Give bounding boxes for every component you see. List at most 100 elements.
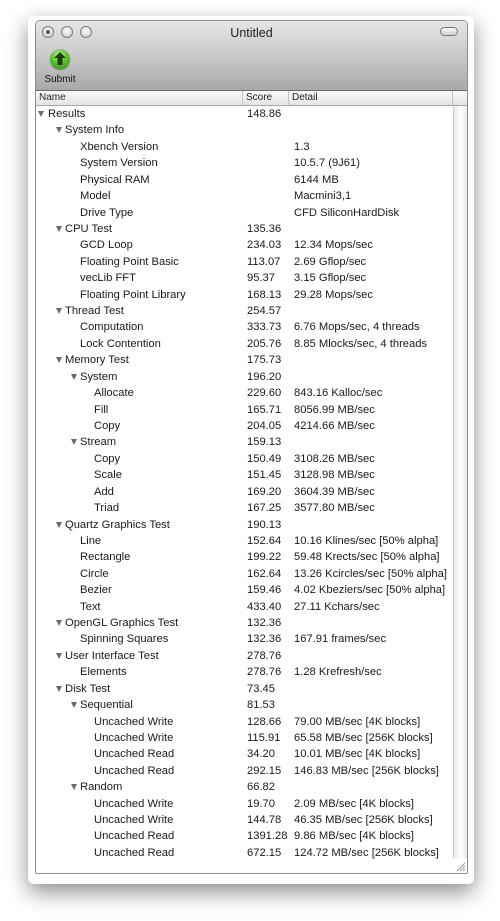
outline-row[interactable]: Physical RAM 6144 MB [36, 172, 453, 188]
disclosure-triangle-icon[interactable] [56, 685, 62, 692]
column-header-name[interactable]: Name [36, 91, 243, 105]
row-score: 168.13 [247, 288, 282, 301]
row-score: 159.46 [247, 584, 282, 597]
outline-row[interactable]: CPU Test 135.36 [36, 221, 453, 237]
outline-row[interactable]: Computation 333.73 6.76 Mops/sec, 4 thread… [36, 319, 453, 335]
outline-row[interactable]: Elements 278.76 1.28 Krefresh/sec [36, 664, 453, 680]
row-detail: 8056.99 MB/sec [294, 403, 375, 416]
row-detail: 9.86 MB/sec [4K blocks] [294, 830, 415, 843]
row-score: 115.91 [247, 731, 281, 744]
outline-row[interactable]: System 196.20 [36, 369, 453, 385]
outline-row[interactable]: Add 169.20 3604.39 MB/sec [36, 484, 453, 500]
outline-row[interactable]: OpenGL Graphics Test 132.36 [36, 615, 453, 631]
outline-row[interactable]: Bezier 159.46 4.02 Kbeziers/sec [50% alpha… [36, 582, 453, 598]
disclosure-triangle-icon[interactable] [71, 702, 77, 709]
disclosure-triangle-icon[interactable] [56, 225, 62, 232]
column-header-score[interactable]: Score [243, 91, 289, 105]
outline-row[interactable]: Drive Type CFD SiliconHardDisk [36, 205, 453, 221]
disclosure-triangle-icon[interactable] [38, 111, 44, 117]
outline-row[interactable]: Uncached Read 34.20 10.01 MB/sec [4K block… [36, 746, 453, 762]
outline-row[interactable]: Uncached Write 19.70 2.09 MB/sec [4K block… [36, 796, 453, 812]
outline-row[interactable]: Uncached Read 1391.28 9.86 MB/sec [4K bloc… [36, 828, 453, 844]
row-detail: 6144 MB [294, 173, 339, 186]
outline-row[interactable]: Thread Test 254.57 [36, 303, 453, 319]
outline-row[interactable]: Lock Contention 205.76 8.85 Mlocks/sec, 4 … [36, 336, 453, 352]
outline-row[interactable]: Xbench Version 1.3 [36, 139, 453, 155]
row-detail: 2.09 MB/sec [4K blocks] [294, 797, 415, 810]
outline-row[interactable]: Uncached Write 144.78 46.35 MB/sec [256K b… [36, 812, 453, 828]
row-detail: 10.5.7 (9J61) [294, 157, 360, 170]
disclosure-triangle-icon[interactable] [56, 357, 62, 364]
row-score: 81.53 [247, 699, 275, 712]
row-score: 159.13 [247, 436, 282, 449]
disclosure-triangle-icon[interactable] [56, 308, 62, 315]
outline-row[interactable]: Uncached Read 292.15 146.83 MB/sec [256K b… [36, 763, 453, 779]
row-score: 199.22 [247, 551, 282, 564]
resize-grip-icon[interactable] [454, 860, 466, 872]
disclosure-triangle-icon[interactable] [71, 784, 77, 791]
row-name: Fill [94, 403, 109, 416]
outline-row[interactable]: System Info [36, 122, 453, 138]
row-score: 278.76 [247, 666, 282, 679]
row-score: 169.20 [247, 485, 282, 498]
submit-button[interactable]: Submit [40, 47, 80, 87]
outline-row[interactable]: Triad 167.25 3577.80 MB/sec [36, 500, 453, 516]
outline-row[interactable]: Rectangle 199.22 59.48 Krects/sec [50% alp… [36, 549, 453, 565]
row-detail: 2.69 Gflop/sec [294, 255, 367, 268]
row-score: 95.37 [247, 272, 275, 285]
outline-row[interactable]: Memory Test 175.73 [36, 352, 453, 368]
outline-row[interactable]: Fill 165.71 8056.99 MB/sec [36, 402, 453, 418]
outline-row[interactable]: Sequential 81.53 [36, 697, 453, 713]
row-score: 433.40 [247, 600, 282, 613]
outline-row[interactable]: Uncached Write 128.66 79.00 MB/sec [4K blo… [36, 714, 453, 730]
row-score: 234.03 [247, 239, 282, 252]
row-name: Circle [80, 567, 109, 580]
row-detail: 46.35 MB/sec [256K blocks] [294, 814, 433, 827]
outline-row[interactable]: Disk Test 73.45 [36, 681, 453, 697]
outline-row[interactable]: System Version 10.5.7 (9J61) [36, 155, 453, 171]
row-detail: 3108.26 MB/sec [294, 452, 375, 465]
outline-row[interactable]: Stream 159.13 [36, 434, 453, 450]
outline-row[interactable]: Uncached Write 115.91 65.58 MB/sec [256K b… [36, 730, 453, 746]
title-bar: Untitled Submit [36, 21, 467, 91]
outline-row[interactable]: Text 433.40 27.11 Kchars/sec [36, 599, 453, 615]
row-name: Lock Contention [80, 337, 161, 350]
row-name: Uncached Read [94, 846, 175, 859]
disclosure-triangle-icon[interactable] [56, 652, 62, 659]
outline-row[interactable]: Spinning Squares 132.36 167.91 frames/sec [36, 631, 453, 647]
row-detail: 8.85 Mlocks/sec, 4 threads [294, 337, 428, 350]
outline-row[interactable]: User Interface Test 278.76 [36, 648, 453, 664]
outline-row[interactable]: vecLib FFT 95.37 3.15 Gflop/sec [36, 270, 453, 286]
outline-row[interactable]: Floating Point Library 168.13 29.28 Mops/s… [36, 287, 453, 303]
outline-row[interactable]: GCD Loop 234.03 12.34 Mops/sec [36, 237, 453, 253]
row-name: Copy [94, 452, 121, 465]
disclosure-triangle-icon[interactable] [56, 521, 62, 528]
disclosure-triangle-icon[interactable] [71, 439, 77, 446]
vertical-scrollbar[interactable] [453, 106, 467, 858]
outline-row[interactable]: Uncached Read 672.15 124.72 MB/sec [256K b… [36, 845, 453, 861]
disclosure-triangle-icon[interactable] [56, 127, 62, 134]
toolbar-toggle-button[interactable] [440, 27, 458, 36]
row-detail: Macmini3,1 [294, 190, 352, 203]
disclosure-triangle-icon[interactable] [71, 373, 77, 380]
outline-row[interactable]: Random 66.82 [36, 779, 453, 795]
disclosure-triangle-icon[interactable] [56, 620, 62, 627]
row-score: 144.78 [247, 814, 282, 827]
column-header-detail[interactable]: Detail [289, 91, 453, 105]
outline-row[interactable]: Circle 162.64 13.26 Kcircles/sec [50% alph… [36, 566, 453, 582]
outline-row[interactable]: Line 152.64 10.16 Klines/sec [50% alpha] [36, 533, 453, 549]
outline-row[interactable]: Model Macmini3,1 [36, 188, 453, 204]
row-name: Floating Point Library [80, 288, 186, 301]
row-name: Sequential [80, 699, 133, 712]
row-score: 254.57 [247, 305, 282, 318]
outline-row[interactable]: Results 148.86 [36, 106, 453, 122]
outline-row[interactable]: Floating Point Basic 113.07 2.69 Gflop/sec [36, 254, 453, 270]
outline-row[interactable]: Quartz Graphics Test 190.13 [36, 517, 453, 533]
row-name: Drive Type [80, 206, 134, 219]
outline-row[interactable]: Scale 151.45 3128.98 MB/sec [36, 467, 453, 483]
outline-row[interactable]: Copy 204.05 4214.66 MB/sec [36, 418, 453, 434]
row-detail: 3577.80 MB/sec [294, 502, 375, 515]
outline-row[interactable]: Copy 150.49 3108.26 MB/sec [36, 451, 453, 467]
row-detail: 167.91 frames/sec [294, 633, 387, 646]
outline-row[interactable]: Allocate 229.60 843.16 Kalloc/sec [36, 385, 453, 401]
